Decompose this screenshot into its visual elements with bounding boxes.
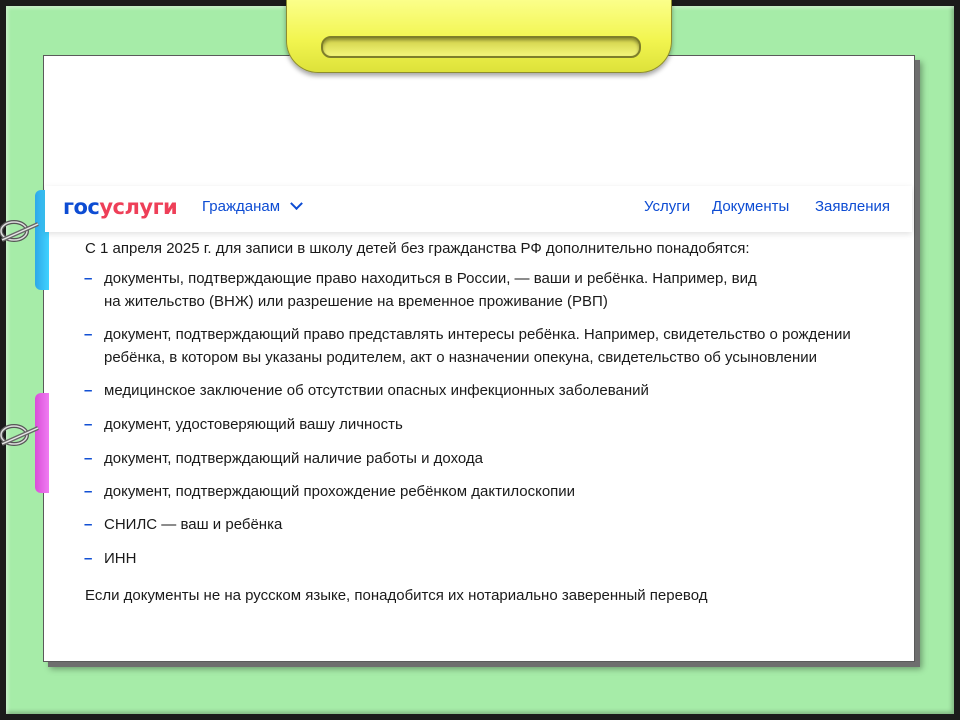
nav-documents-link[interactable]: Документы — [712, 196, 789, 218]
list-item-line1: ИНН — [104, 550, 137, 567]
list-dash: – — [84, 326, 93, 343]
chevron-down-icon — [290, 197, 304, 211]
list-dash: – — [84, 550, 93, 567]
top-paper-clip — [286, 0, 672, 73]
list-item-line1: СНИЛС — ваш и ребёнка — [104, 516, 283, 533]
list-dash: – — [84, 483, 93, 500]
list-dash: – — [84, 450, 93, 467]
clip-slot — [321, 36, 641, 58]
list-item-line1: документ, подтверждающий прохождение реб… — [104, 483, 576, 500]
nav-citizens-dropdown[interactable]: Гражданам — [202, 196, 304, 218]
list-item-line1: документ, удостоверяющий вашу личность — [104, 416, 403, 433]
outro-text: Если документы не на русском языке, пона… — [85, 587, 708, 604]
list-dash: – — [84, 382, 93, 399]
logo-part2: услуги — [99, 195, 178, 219]
list-item-line2: на жительство (ВНЖ) или разрешение на вр… — [104, 293, 608, 310]
nav-services-link[interactable]: Услуги — [644, 196, 690, 218]
gosuslugi-logo[interactable]: госуслуги — [63, 190, 178, 230]
site-header: госуслуги Гражданам Услуги Документы Зая… — [45, 186, 912, 232]
logo-part1: гос — [63, 195, 100, 219]
list-item-line1: документ, подтверждающий право представл… — [104, 326, 851, 343]
nav-citizens-label: Гражданам — [202, 198, 281, 215]
list-item-line2: ребёнка, в котором вы указаны родителем,… — [104, 349, 818, 366]
list-dash: – — [84, 416, 93, 433]
intro-text: С 1 апреля 2025 г. для записи в школу де… — [85, 240, 750, 257]
ring-clip-icon — [0, 422, 42, 448]
nav-applications-link[interactable]: Заявления — [815, 196, 890, 218]
ring-clip-icon — [0, 218, 42, 244]
list-item-line1: документы, подтверждающие право находить… — [104, 270, 757, 287]
list-dash: – — [84, 516, 93, 533]
list-dash: – — [84, 270, 93, 287]
list-item-line1: документ, подтверждающий наличие работы … — [104, 450, 484, 467]
list-item-line1: медицинское заключение об отсутствии опа… — [104, 382, 649, 399]
